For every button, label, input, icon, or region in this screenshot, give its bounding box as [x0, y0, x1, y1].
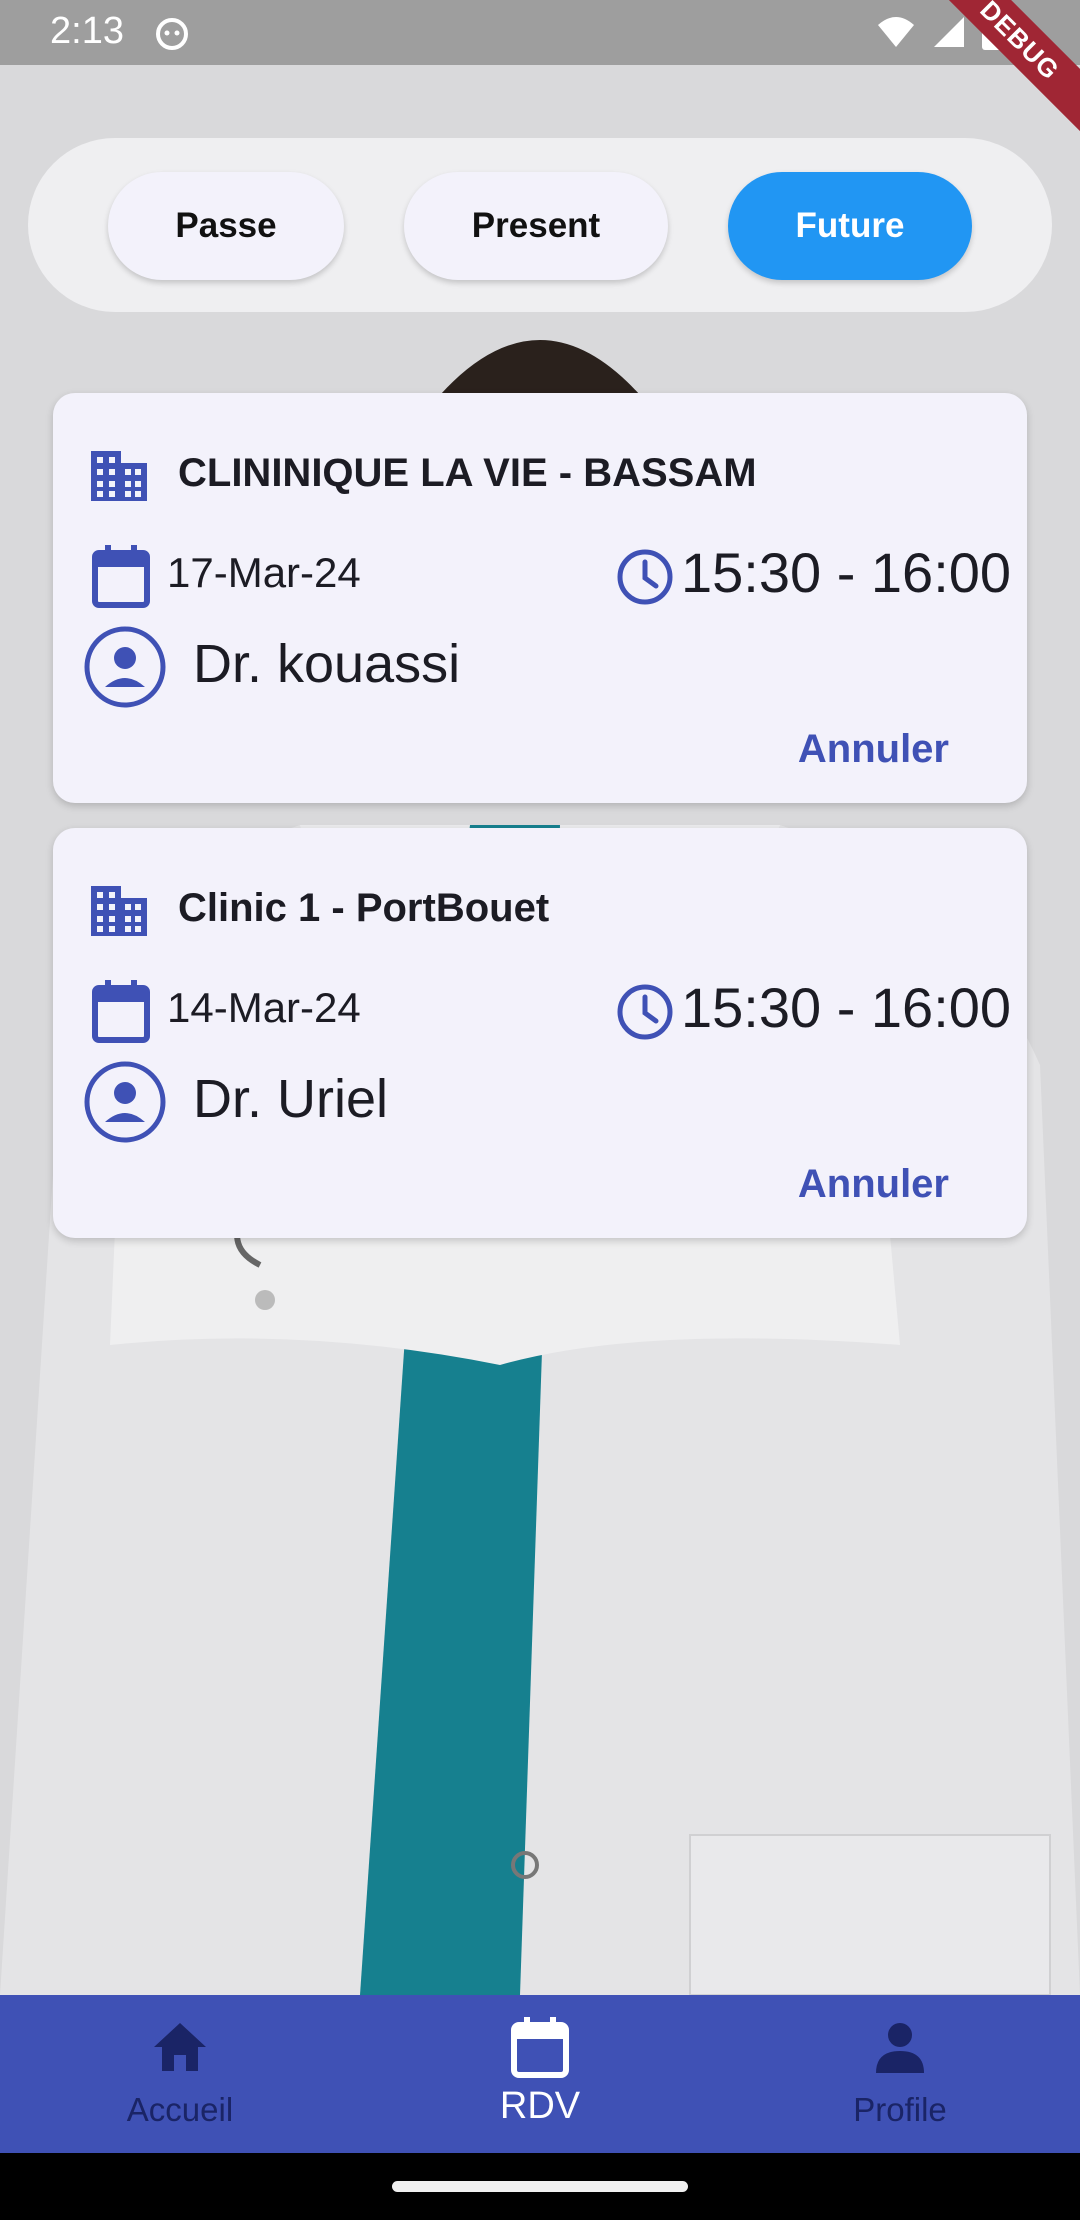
appointment-date: 17-Mar-24	[167, 549, 361, 596]
status-bar: 2:13	[0, 0, 1080, 65]
nav-item-profile[interactable]: Profile	[720, 1995, 1080, 2153]
clinic-name: Clinic 1 - PortBouet	[178, 886, 550, 930]
nav-label-accueil: Accueil	[126, 2091, 234, 2128]
appointment-card: Clinic 1 - PortBouet 14-Mar-24 15:30 - 1…	[53, 828, 1027, 1238]
bottom-navigation: Accueil RDV Profile	[0, 1995, 1080, 2153]
tab-passe[interactable]: Passe	[108, 172, 344, 280]
calendar-icon	[92, 545, 150, 608]
clock-icon	[617, 984, 673, 1040]
nav-label-profile: Profile	[853, 2091, 947, 2128]
building-icon	[91, 451, 147, 501]
calendar-icon	[511, 2017, 569, 2078]
nav-label-rdv: RDV	[499, 2085, 581, 2127]
calendar-icon	[92, 980, 150, 1043]
period-selector: Passe Present Future	[28, 138, 1052, 312]
tab-present[interactable]: Present	[404, 172, 668, 280]
appointment-date: 14-Mar-24	[167, 984, 361, 1031]
signal-icon	[934, 17, 964, 47]
nav-item-accueil[interactable]: Accueil	[0, 1995, 360, 2153]
system-nav-bar	[0, 2153, 1080, 2220]
cancel-button[interactable]: Annuler	[798, 1162, 949, 1207]
cancel-button[interactable]: Annuler	[798, 727, 949, 772]
appointment-time: 15:30 - 16:00	[681, 976, 1012, 1039]
building-icon	[91, 886, 147, 936]
home-icon	[154, 2023, 206, 2071]
appointment-time: 15:30 - 16:00	[681, 541, 1012, 604]
notification-icon	[156, 18, 188, 50]
wifi-icon	[878, 17, 914, 47]
doctor-name: Dr. Uriel	[193, 1069, 389, 1129]
doctor-avatar-icon	[84, 1061, 166, 1143]
status-time: 2:13	[50, 10, 124, 52]
tab-future[interactable]: Future	[728, 172, 972, 280]
appointment-card: CLININIQUE LA VIE - BASSAM 17-Mar-24 15:…	[53, 393, 1027, 803]
clinic-name: CLININIQUE LA VIE - BASSAM	[178, 451, 757, 495]
clock-icon	[617, 549, 673, 605]
person-icon	[876, 2023, 924, 2073]
doctor-name: Dr. kouassi	[193, 634, 461, 694]
nav-item-rdv[interactable]: RDV	[360, 1995, 720, 2153]
home-gesture-pill[interactable]	[392, 2181, 688, 2192]
doctor-avatar-icon	[84, 626, 166, 708]
